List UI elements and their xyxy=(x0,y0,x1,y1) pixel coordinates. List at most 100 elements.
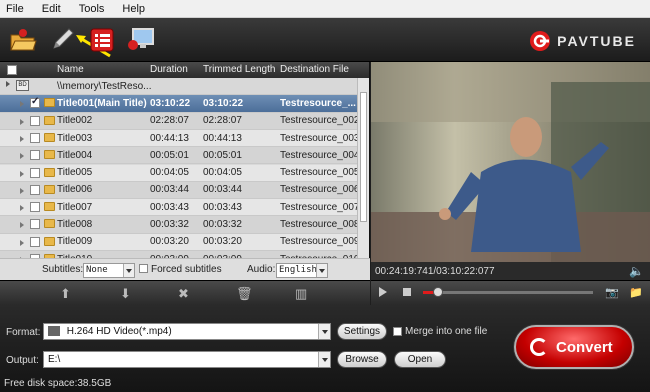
audio-value: English xyxy=(279,265,317,275)
row-name: Title005 xyxy=(57,167,93,179)
settings-button[interactable]: Settings xyxy=(337,323,387,340)
open-folder-icon[interactable] xyxy=(8,26,38,54)
table-row[interactable]: Title006 00:03:44 00:03:44 Testresource_006 xyxy=(0,181,358,200)
row-destination: Testresource_004 xyxy=(280,149,358,161)
expand-arrow-icon[interactable] xyxy=(20,239,24,246)
expand-arrow-icon[interactable] xyxy=(20,187,24,194)
down-arrow-icon[interactable]: ⬇ xyxy=(120,286,131,302)
menu-bar: File Edit Tools Help xyxy=(0,0,650,18)
table-row[interactable]: Title008 00:03:32 00:03:32 Testresource_008 xyxy=(0,216,358,234)
folder-icon xyxy=(44,115,55,125)
menu-tools[interactable]: Tools xyxy=(79,3,105,15)
row-checkbox[interactable] xyxy=(30,202,40,213)
row-trimmed-length: 02:28:07 xyxy=(203,115,242,127)
row-checkbox[interactable] xyxy=(30,96,40,109)
folder-icon xyxy=(44,236,55,246)
snapshot-camera-icon[interactable]: 📷 xyxy=(605,286,619,299)
row-trimmed-length: 00:03:32 xyxy=(203,219,242,231)
forced-subtitles-label: Forced subtitles xyxy=(151,264,222,275)
remove-x-icon[interactable]: ✖ xyxy=(178,286,189,302)
seek-handle[interactable] xyxy=(433,287,444,297)
row-checkbox[interactable] xyxy=(30,150,40,161)
row-duration: 02:28:07 xyxy=(150,115,189,127)
up-arrow-icon[interactable]: ⬆ xyxy=(60,286,71,302)
subtitles-value: None xyxy=(86,265,108,275)
row-checkbox[interactable] xyxy=(30,167,40,178)
folder-icon xyxy=(44,150,55,160)
table-row[interactable]: Title002 02:28:07 02:28:07 Testresource_002 xyxy=(0,112,358,130)
folder-icon xyxy=(44,132,55,142)
output-path-field[interactable]: E:\ xyxy=(43,351,331,368)
format-select[interactable]: H.264 HD Video(*.mp4) xyxy=(43,323,331,340)
collapse-arrow-icon[interactable] xyxy=(6,81,10,87)
chevron-down-icon xyxy=(123,264,134,277)
trash-icon[interactable]: 🗑 xyxy=(236,286,253,302)
convert-button[interactable]: Convert xyxy=(514,325,634,369)
row-destination: Testresource_009 xyxy=(280,236,358,248)
expand-arrow-icon[interactable] xyxy=(20,170,24,177)
row-destination: Testresource_008 xyxy=(280,219,358,231)
list-scrollbar[interactable] xyxy=(357,78,369,258)
source-path-row[interactable]: BD \\memory\TestReso... xyxy=(0,78,358,96)
row-destination: Testresource_007 xyxy=(280,201,358,213)
folder-icon xyxy=(44,184,55,194)
table-row[interactable]: Title009 00:03:20 00:03:20 Testresource_009 xyxy=(0,233,358,251)
row-name: Title003 xyxy=(57,132,93,144)
browse-button[interactable]: Browse xyxy=(337,351,387,368)
table-row[interactable]: Title003 00:44:13 00:44:13 Testresource_003 xyxy=(0,129,358,148)
title-list-panel: Name Duration Trimmed Length Destination… xyxy=(0,62,370,280)
merge-checkbox[interactable] xyxy=(393,327,402,336)
expand-arrow-icon[interactable] xyxy=(20,135,24,142)
table-row[interactable]: Title001(Main Title)03:10:2203:10:22Test… xyxy=(0,95,358,113)
row-checkbox[interactable] xyxy=(30,184,40,195)
expand-arrow-icon[interactable] xyxy=(20,101,24,108)
menu-help[interactable]: Help xyxy=(122,3,145,15)
folder-icon xyxy=(44,98,55,108)
subtitles-select[interactable]: None xyxy=(83,263,135,278)
expand-arrow-icon[interactable] xyxy=(20,222,24,229)
display-icon[interactable] xyxy=(126,26,156,54)
audio-select[interactable]: English xyxy=(276,263,328,278)
col-name[interactable]: Name xyxy=(57,64,84,75)
output-panel: Format: H.264 HD Video(*.mp4) Settings M… xyxy=(0,305,650,392)
table-row[interactable]: Title007 00:03:43 00:03:43 Testresource_007 xyxy=(0,199,358,217)
row-checkbox[interactable] xyxy=(30,132,40,143)
toolbar: PAVTUBE xyxy=(0,18,650,62)
audio-label: Audio: xyxy=(247,264,276,275)
col-destination-file[interactable]: Destination File xyxy=(280,64,349,75)
table-row[interactable]: Title01000:03:0900:03:09Testresource_010 xyxy=(0,251,358,258)
row-name: Title006 xyxy=(57,184,93,196)
chevron-down-icon xyxy=(318,324,330,339)
volume-icon[interactable]: 🔈 xyxy=(629,264,644,278)
brand-logo: PAVTUBE xyxy=(529,30,636,52)
merge-icon[interactable]: ▥ xyxy=(295,286,307,302)
stop-icon[interactable] xyxy=(403,288,411,296)
expand-arrow-icon[interactable] xyxy=(20,205,24,212)
open-button[interactable]: Open xyxy=(394,351,446,368)
col-duration[interactable]: Duration xyxy=(150,64,188,75)
output-label: Output: xyxy=(6,355,39,366)
row-checkbox[interactable] xyxy=(30,236,40,247)
hd-video-icon xyxy=(48,326,60,337)
table-row[interactable]: Title004 00:05:01 00:05:01 Testresource_004 xyxy=(0,147,358,165)
task-list-icon[interactable] xyxy=(88,26,118,54)
seek-track[interactable] xyxy=(423,287,593,297)
table-row[interactable]: Title005 00:04:05 00:04:05 Testresource_005 xyxy=(0,164,358,182)
play-icon[interactable] xyxy=(379,287,387,297)
menu-edit[interactable]: Edit xyxy=(42,3,61,15)
row-trimmed-length: 00:04:05 xyxy=(203,167,242,179)
scrollbar-thumb[interactable] xyxy=(360,92,367,222)
row-checkbox[interactable] xyxy=(30,219,40,230)
chevron-down-icon xyxy=(318,352,330,367)
merge-label: Merge into one file xyxy=(405,326,488,337)
row-checkbox[interactable] xyxy=(30,115,40,126)
chevron-down-icon xyxy=(316,264,327,277)
expand-arrow-icon[interactable] xyxy=(20,118,24,125)
forced-subtitles-checkbox[interactable] xyxy=(139,264,148,273)
expand-arrow-icon[interactable] xyxy=(20,153,24,160)
menu-file[interactable]: File xyxy=(6,3,24,15)
snapshot-folder-icon[interactable]: 📁 xyxy=(629,286,643,299)
col-trimmed-length[interactable]: Trimmed Length xyxy=(203,64,275,75)
select-all-checkbox[interactable] xyxy=(7,65,17,75)
row-name: Title007 xyxy=(57,201,93,213)
